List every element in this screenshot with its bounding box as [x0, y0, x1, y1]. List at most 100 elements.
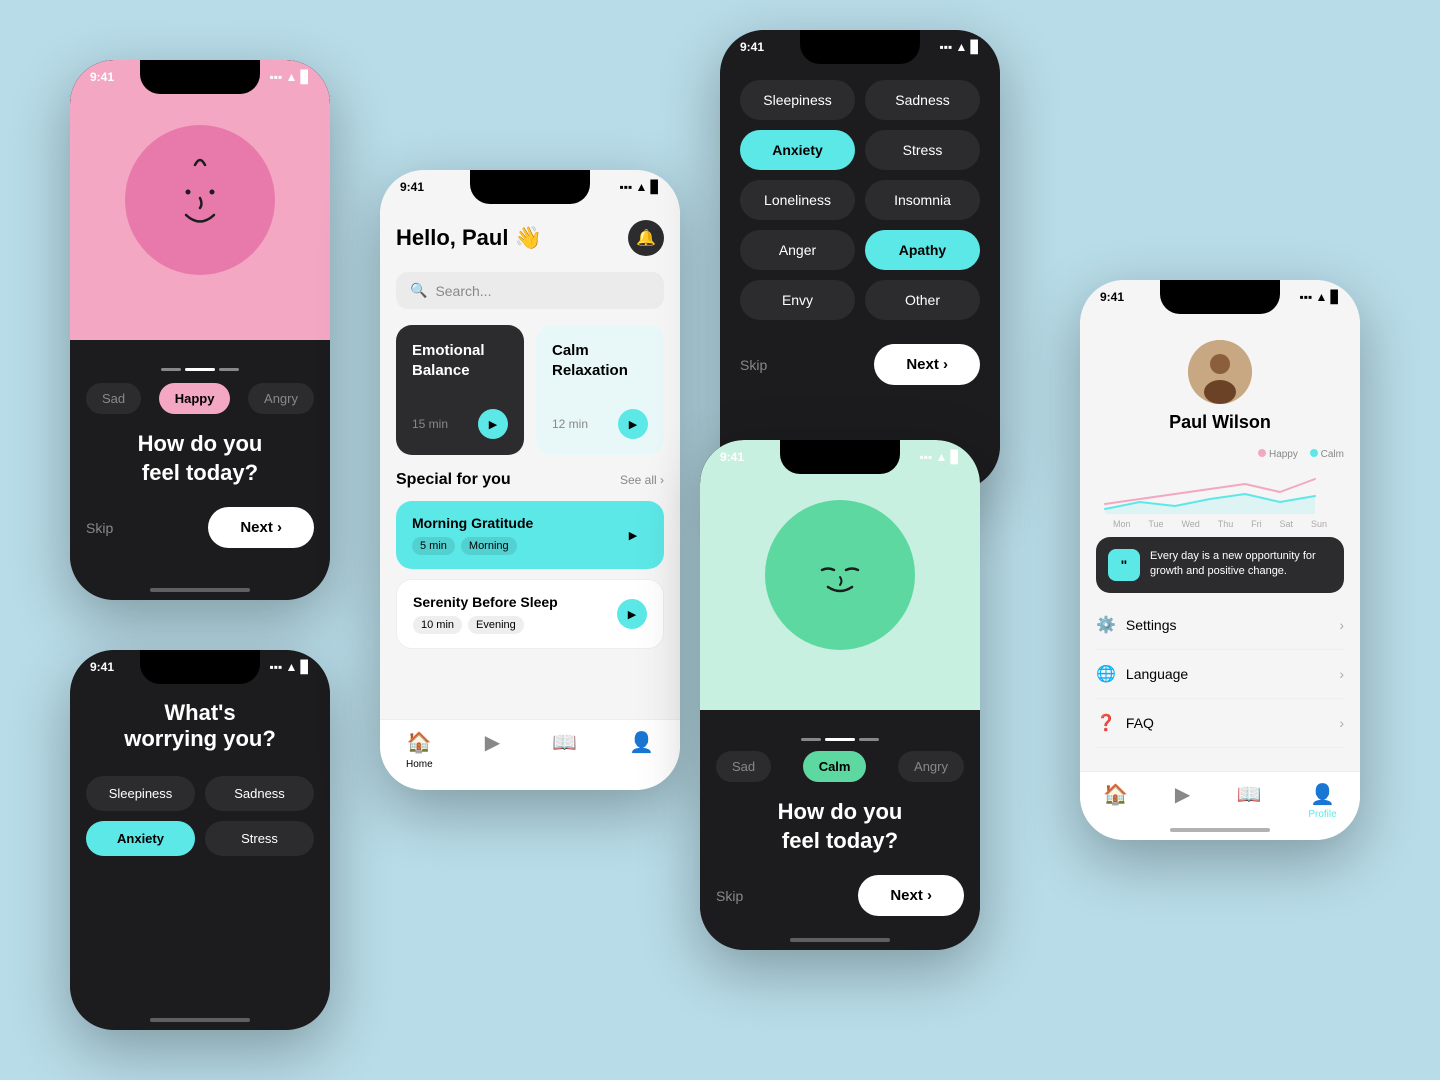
search-icon: 🔍	[410, 282, 427, 299]
emotion-sadness[interactable]: Sadness	[865, 80, 980, 120]
skip-button-1[interactable]: Skip	[86, 520, 113, 536]
mood-slider: Sad Happy Angry	[86, 383, 314, 414]
settings-item-language[interactable]: 🌐 Language ›	[1096, 650, 1344, 699]
chevron-language: ›	[1339, 666, 1344, 682]
profile-home-icon: 🏠	[1103, 782, 1128, 807]
profile-header: Paul Wilson	[1080, 330, 1360, 449]
item-tag-cat-2: Evening	[468, 616, 524, 634]
quote-text: Every day is a new opportunity for growt…	[1150, 549, 1332, 580]
profile-screen: 9:41 ▪▪▪ ▲ ▊ Paul Wilson Happy	[1080, 280, 1360, 840]
notification-button[interactable]: 🔔	[628, 220, 664, 256]
settings-list: ⚙️ Settings › 🌐 Language › ❓ FAQ	[1080, 601, 1360, 748]
progress-dots-5	[716, 738, 964, 741]
featured-emotional-balance[interactable]: EmotionalBalance 15 min ▶	[396, 325, 524, 455]
calm-calm[interactable]: Calm	[803, 751, 867, 782]
settings-item-faq[interactable]: ❓ FAQ ›	[1096, 699, 1344, 748]
item-tags-2: 10 min Evening	[413, 616, 558, 634]
mood-chart: Happy Calm Mon Tue Wed Thu Fri	[1080, 449, 1360, 529]
phone-feel-happy: 9:41 ▪▪▪ ▲ ▊	[70, 60, 330, 600]
emotion-sleepiness[interactable]: Sleepiness	[740, 80, 855, 120]
tag-anxiety[interactable]: Anxiety	[86, 821, 195, 856]
settings-left-1: ⚙️ Settings	[1096, 615, 1177, 635]
phone-worry: 9:41 ▪▪▪ ▲ ▊ What'sworrying you? Sleepin…	[70, 650, 330, 1030]
action-row-5: Skip Next ›	[716, 875, 964, 916]
card-title-1: EmotionalBalance	[412, 341, 508, 380]
dot-1	[161, 368, 181, 371]
nav-profile[interactable]: 👤	[629, 730, 654, 770]
action-row-4: Skip Next ›	[740, 344, 980, 385]
nav-play[interactable]: ▶	[485, 730, 500, 770]
action-row: Skip Next ›	[86, 507, 314, 548]
calm-sad[interactable]: Sad	[716, 751, 771, 782]
mood-illustration-pink	[70, 60, 330, 340]
item-tag-time-1: 5 min	[412, 537, 455, 555]
feel-bottom: Sad Happy Angry How do youfeel today? Sk…	[70, 340, 330, 568]
profile-play-icon: ▶	[1175, 782, 1190, 807]
special-morning-gratitude[interactable]: Morning Gratitude 5 min Morning ▶	[396, 501, 664, 569]
tag-sleepiness[interactable]: Sleepiness	[86, 776, 195, 811]
profile-nav-play[interactable]: ▶	[1175, 782, 1190, 820]
card-time-1: 15 min	[412, 417, 448, 431]
item-tag-cat-1: Morning	[461, 537, 517, 555]
status-bar-6: 9:41 ▪▪▪ ▲ ▊	[1080, 290, 1360, 304]
mood-angry[interactable]: Angry	[248, 383, 314, 414]
settings-item-settings[interactable]: ⚙️ Settings ›	[1096, 601, 1344, 650]
emotion-envy[interactable]: Envy	[740, 280, 855, 320]
profile-nav-profile[interactable]: 👤 Profile	[1308, 782, 1336, 820]
status-icons-2: ▪▪▪ ▲ ▊	[269, 660, 310, 674]
mood-illustration-green	[700, 440, 980, 710]
emotion-anger[interactable]: Anger	[740, 230, 855, 270]
profile-nav-library[interactable]: 📖	[1237, 782, 1262, 820]
smiley-pink	[125, 125, 275, 275]
tag-stress[interactable]: Stress	[205, 821, 314, 856]
special-serenity[interactable]: Serenity Before Sleep 10 min Evening ▶	[396, 579, 664, 649]
emotion-loneliness[interactable]: Loneliness	[740, 180, 855, 220]
nav-library[interactable]: 📖	[552, 730, 577, 770]
calm-angry[interactable]: Angry	[898, 751, 964, 782]
day-thu: Thu	[1218, 519, 1234, 529]
play-button-1[interactable]: ▶	[478, 409, 508, 439]
time-2: 9:41	[90, 660, 114, 674]
faq-icon: ❓	[1096, 713, 1116, 733]
play-button-2[interactable]: ▶	[618, 409, 648, 439]
emotion-insomnia[interactable]: Insomnia	[865, 180, 980, 220]
time-3: 9:41	[400, 180, 424, 194]
next-button-1[interactable]: Next ›	[208, 507, 314, 548]
next-button-5[interactable]: Next ›	[858, 875, 964, 916]
mood-happy[interactable]: Happy	[159, 383, 231, 414]
skip-button-4[interactable]: Skip	[740, 357, 767, 373]
featured-calm-relaxation[interactable]: CalmRelaxation 12 min ▶	[536, 325, 664, 455]
worry-screen: 9:41 ▪▪▪ ▲ ▊ What'sworrying you? Sleepin…	[70, 650, 330, 1030]
emotion-stress[interactable]: Stress	[865, 130, 980, 170]
nav-home[interactable]: 🏠 Home	[406, 730, 433, 770]
dot-5-1	[801, 738, 821, 741]
time-5: 9:41	[720, 450, 744, 464]
next-button-4[interactable]: Next ›	[874, 344, 980, 385]
play-button-4[interactable]: ▶	[617, 599, 647, 629]
mood-sad[interactable]: Sad	[86, 383, 141, 414]
play-button-3[interactable]: ▶	[618, 520, 648, 550]
tag-sadness[interactable]: Sadness	[205, 776, 314, 811]
day-tue: Tue	[1148, 519, 1163, 529]
item-info-1: Morning Gratitude 5 min Morning	[412, 515, 533, 555]
see-all-link[interactable]: See all ›	[620, 473, 664, 487]
language-label: Language	[1126, 666, 1188, 682]
time-6: 9:41	[1100, 290, 1124, 304]
emotion-anxiety[interactable]: Anxiety	[740, 130, 855, 170]
card-footer-2: 12 min ▶	[552, 409, 648, 439]
search-bar[interactable]: 🔍 Search...	[396, 272, 664, 309]
legend-calm: Calm	[1310, 449, 1344, 460]
home-indicator-6	[1170, 828, 1270, 832]
settings-left-2: 🌐 Language	[1096, 664, 1188, 684]
settings-label: Settings	[1126, 617, 1177, 633]
card-footer-1: 15 min ▶	[412, 409, 508, 439]
home-screen: 9:41 ▪▪▪ ▲ ▊ Hello, Paul 👋 🔔 🔍 Search...…	[380, 170, 680, 790]
profile-nav-label: Profile	[1308, 809, 1336, 820]
profile-name: Paul Wilson	[1169, 412, 1271, 433]
emotion-apathy[interactable]: Apathy	[865, 230, 980, 270]
chevron-settings: ›	[1339, 617, 1344, 633]
emotion-other[interactable]: Other	[865, 280, 980, 320]
profile-nav-home[interactable]: 🏠	[1103, 782, 1128, 820]
status-icons-5: ▪▪▪ ▲ ▊	[919, 450, 960, 464]
skip-button-5[interactable]: Skip	[716, 888, 743, 904]
